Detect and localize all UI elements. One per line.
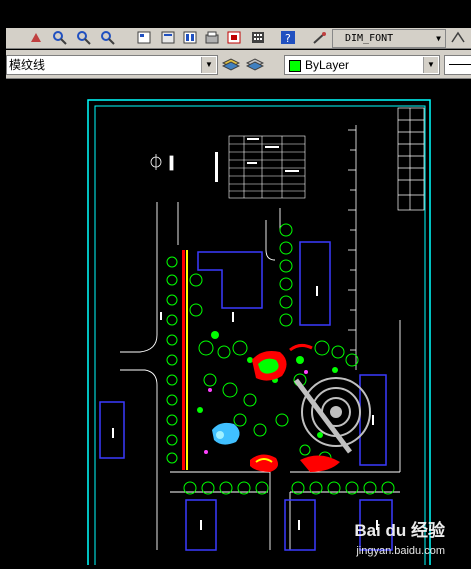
garden-beds xyxy=(250,343,340,472)
zoom-previous-icon[interactable] xyxy=(100,30,116,45)
planting-strip xyxy=(182,250,188,470)
zoom-realtime-icon[interactable] xyxy=(52,30,68,45)
scale-ruler xyxy=(348,125,357,370)
building-east xyxy=(299,241,331,326)
quick-calc-icon[interactable] xyxy=(250,30,266,45)
chevron-down-icon: ▼ xyxy=(436,34,441,43)
properties-icon[interactable] xyxy=(136,30,152,45)
title-block xyxy=(397,107,425,211)
dim-style-icon[interactable] xyxy=(450,30,466,45)
chevron-down-icon: ▼ xyxy=(423,57,438,73)
drawing-frame-inner xyxy=(94,105,426,567)
building-center xyxy=(197,251,263,309)
layer-states-icon[interactable] xyxy=(221,55,241,71)
drawing-frame-outer xyxy=(87,99,431,569)
lineweight-combo[interactable] xyxy=(444,55,471,75)
markup-icon[interactable] xyxy=(226,30,242,45)
plaza-circle xyxy=(294,377,371,454)
layers-toolbar: 模纹线 ▼ ByLayer ▼ xyxy=(6,50,471,79)
chevron-down-icon: ▼ xyxy=(201,57,216,73)
help-icon[interactable]: ? xyxy=(280,30,296,45)
pond xyxy=(212,422,240,445)
text-style-icon[interactable] xyxy=(312,30,328,45)
text-style-combo[interactable]: DIM_FONT ▼ xyxy=(332,29,446,48)
zoom-window-icon[interactable] xyxy=(76,30,92,45)
design-center-icon[interactable] xyxy=(160,30,176,45)
watermark-brand: Bai du 经验 xyxy=(354,521,445,540)
layer-combo[interactable]: ByLayer ▼ xyxy=(284,55,440,75)
standard-toolbar-strip: ? DIM_FONT ▼ xyxy=(6,28,471,49)
lineweight-sample xyxy=(449,64,471,65)
watermark-url: jingyan.baidu.com xyxy=(356,545,445,557)
svg-text:?: ? xyxy=(285,32,291,45)
legend-table xyxy=(228,135,306,199)
tool-palette-icon[interactable] xyxy=(182,30,198,45)
layer-previous-icon[interactable] xyxy=(245,55,265,71)
linetype-combo[interactable]: 模纹线 ▼ xyxy=(6,55,218,75)
text-style-value: DIM_FONT xyxy=(345,33,394,44)
cad-drawing xyxy=(87,99,431,569)
standard-toolbar: ? DIM_FONT ▼ xyxy=(0,0,471,50)
layer-color-swatch xyxy=(289,60,301,72)
sheet-set-icon[interactable] xyxy=(204,30,220,45)
north-arrow xyxy=(150,154,174,171)
model-space-canvas[interactable] xyxy=(0,80,471,569)
linetype-value: 模纹线 xyxy=(9,58,46,72)
pan-icon[interactable] xyxy=(28,30,44,45)
